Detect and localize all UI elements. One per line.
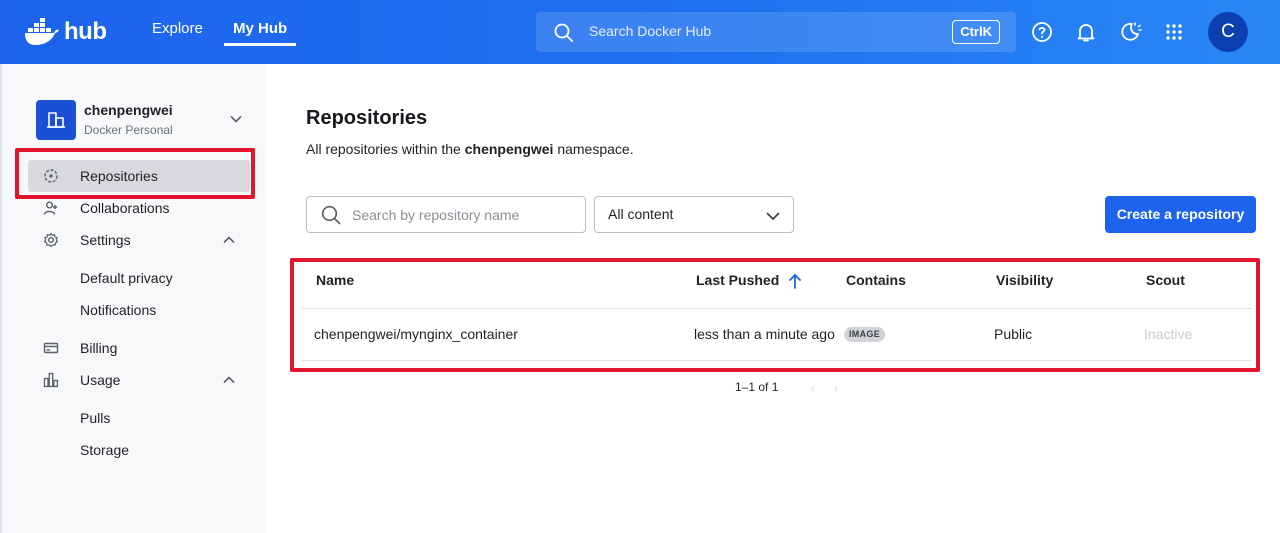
help-icon[interactable]: [1030, 20, 1054, 44]
sidebar-subitem-notifications[interactable]: Notifications: [80, 302, 156, 318]
sidebar-item-label: Repositories: [80, 168, 158, 184]
description-suffix: namespace.: [553, 141, 634, 157]
docker-whale-icon: [25, 18, 59, 45]
nav-my-hub[interactable]: My Hub: [224, 18, 297, 46]
column-header-name[interactable]: Name: [316, 272, 354, 288]
org-type: Docker Personal: [84, 123, 173, 137]
repositories-icon: [44, 169, 58, 183]
sidebar-item-label: Settings: [80, 232, 131, 248]
sidebar-item-repositories[interactable]: Repositories: [28, 160, 250, 192]
content-filter-select[interactable]: All content: [594, 196, 794, 233]
image-badge: IMAGE: [844, 327, 886, 342]
column-header-last-pushed[interactable]: Last Pushed: [696, 272, 779, 288]
sidebar-item-usage[interactable]: Usage: [28, 364, 250, 396]
docker-hub-logo[interactable]: hub: [24, 16, 107, 48]
org-name: chenpengwei: [84, 102, 173, 118]
theme-toggle-icon[interactable]: [1118, 20, 1142, 44]
collaborations-icon: [43, 201, 57, 215]
sidebar-item-billing[interactable]: Billing: [28, 332, 250, 364]
repositories-table: Name Last Pushed Contains Visibility Sco…: [302, 260, 1252, 362]
description-namespace: chenpengwei: [464, 141, 554, 157]
description-prefix: All repositories within the: [306, 141, 465, 157]
visibility-cell: Public: [994, 326, 1033, 342]
sidebar-item-label: Billing: [80, 340, 118, 356]
organization-icon: [47, 112, 65, 128]
header-divider: [302, 308, 1252, 309]
top-navigation-bar: hub Explore My Hub Search Docker Hub Ctr…: [0, 0, 1280, 64]
apps-grid-icon[interactable]: [1162, 20, 1186, 44]
content-filter-value: All content: [608, 206, 674, 222]
chevron-up-icon[interactable]: [222, 373, 236, 387]
sidebar-item-settings[interactable]: Settings: [28, 224, 250, 256]
org-avatar: [36, 100, 76, 140]
next-page-icon[interactable]: ›: [834, 381, 838, 395]
arrow-up-icon[interactable]: [788, 273, 802, 289]
previous-page-icon[interactable]: ‹: [811, 381, 815, 395]
user-avatar[interactable]: C: [1208, 12, 1248, 52]
chevron-up-icon[interactable]: [222, 233, 236, 247]
sidebar-subitem-storage[interactable]: Storage: [80, 442, 129, 458]
last-pushed-cell: less than a minute ago: [694, 326, 835, 342]
repository-search-input[interactable]: Search by repository name: [306, 196, 586, 233]
column-header-scout: Scout: [1146, 272, 1185, 288]
chevron-down-icon[interactable]: [229, 112, 243, 126]
pagination-summary: 1–1 of 1: [735, 380, 779, 394]
global-search-placeholder: Search Docker Hub: [589, 23, 712, 39]
scout-status-cell: Inactive: [1144, 326, 1193, 342]
search-icon: [321, 205, 341, 225]
sidebar-item-label: Collaborations: [80, 200, 170, 216]
repository-search-placeholder: Search by repository name: [352, 207, 520, 223]
global-search-bar[interactable]: Search Docker Hub CtrlK: [536, 12, 1016, 52]
column-header-contains: Contains: [846, 272, 906, 288]
page-title: Repositories: [306, 107, 428, 129]
repository-name-link[interactable]: chenpengwei/mynginx_container: [314, 326, 518, 342]
search-shortcut-hint: CtrlK: [952, 20, 1000, 44]
page-description: All repositories within the chenpengwei …: [306, 141, 634, 157]
create-repository-button[interactable]: Create a repository: [1105, 196, 1256, 233]
sidebar-item-collaborations[interactable]: Collaborations: [28, 192, 250, 224]
logo-text: hub: [64, 18, 107, 45]
gear-icon: [43, 232, 59, 248]
chevron-down-icon: [766, 212, 780, 221]
sidebar-subitem-pulls[interactable]: Pulls: [80, 410, 110, 426]
sidebar: chenpengwei Docker Personal Repositories…: [0, 64, 266, 533]
nav-explore[interactable]: Explore: [152, 18, 203, 46]
usage-icon: [43, 372, 59, 388]
bell-icon[interactable]: [1074, 20, 1098, 44]
billing-icon: [43, 342, 59, 354]
search-icon: [554, 23, 573, 42]
sidebar-item-label: Usage: [80, 372, 121, 388]
sidebar-subitem-default-privacy[interactable]: Default privacy: [80, 270, 173, 286]
row-divider: [302, 360, 1252, 361]
column-header-visibility: Visibility: [996, 272, 1054, 288]
